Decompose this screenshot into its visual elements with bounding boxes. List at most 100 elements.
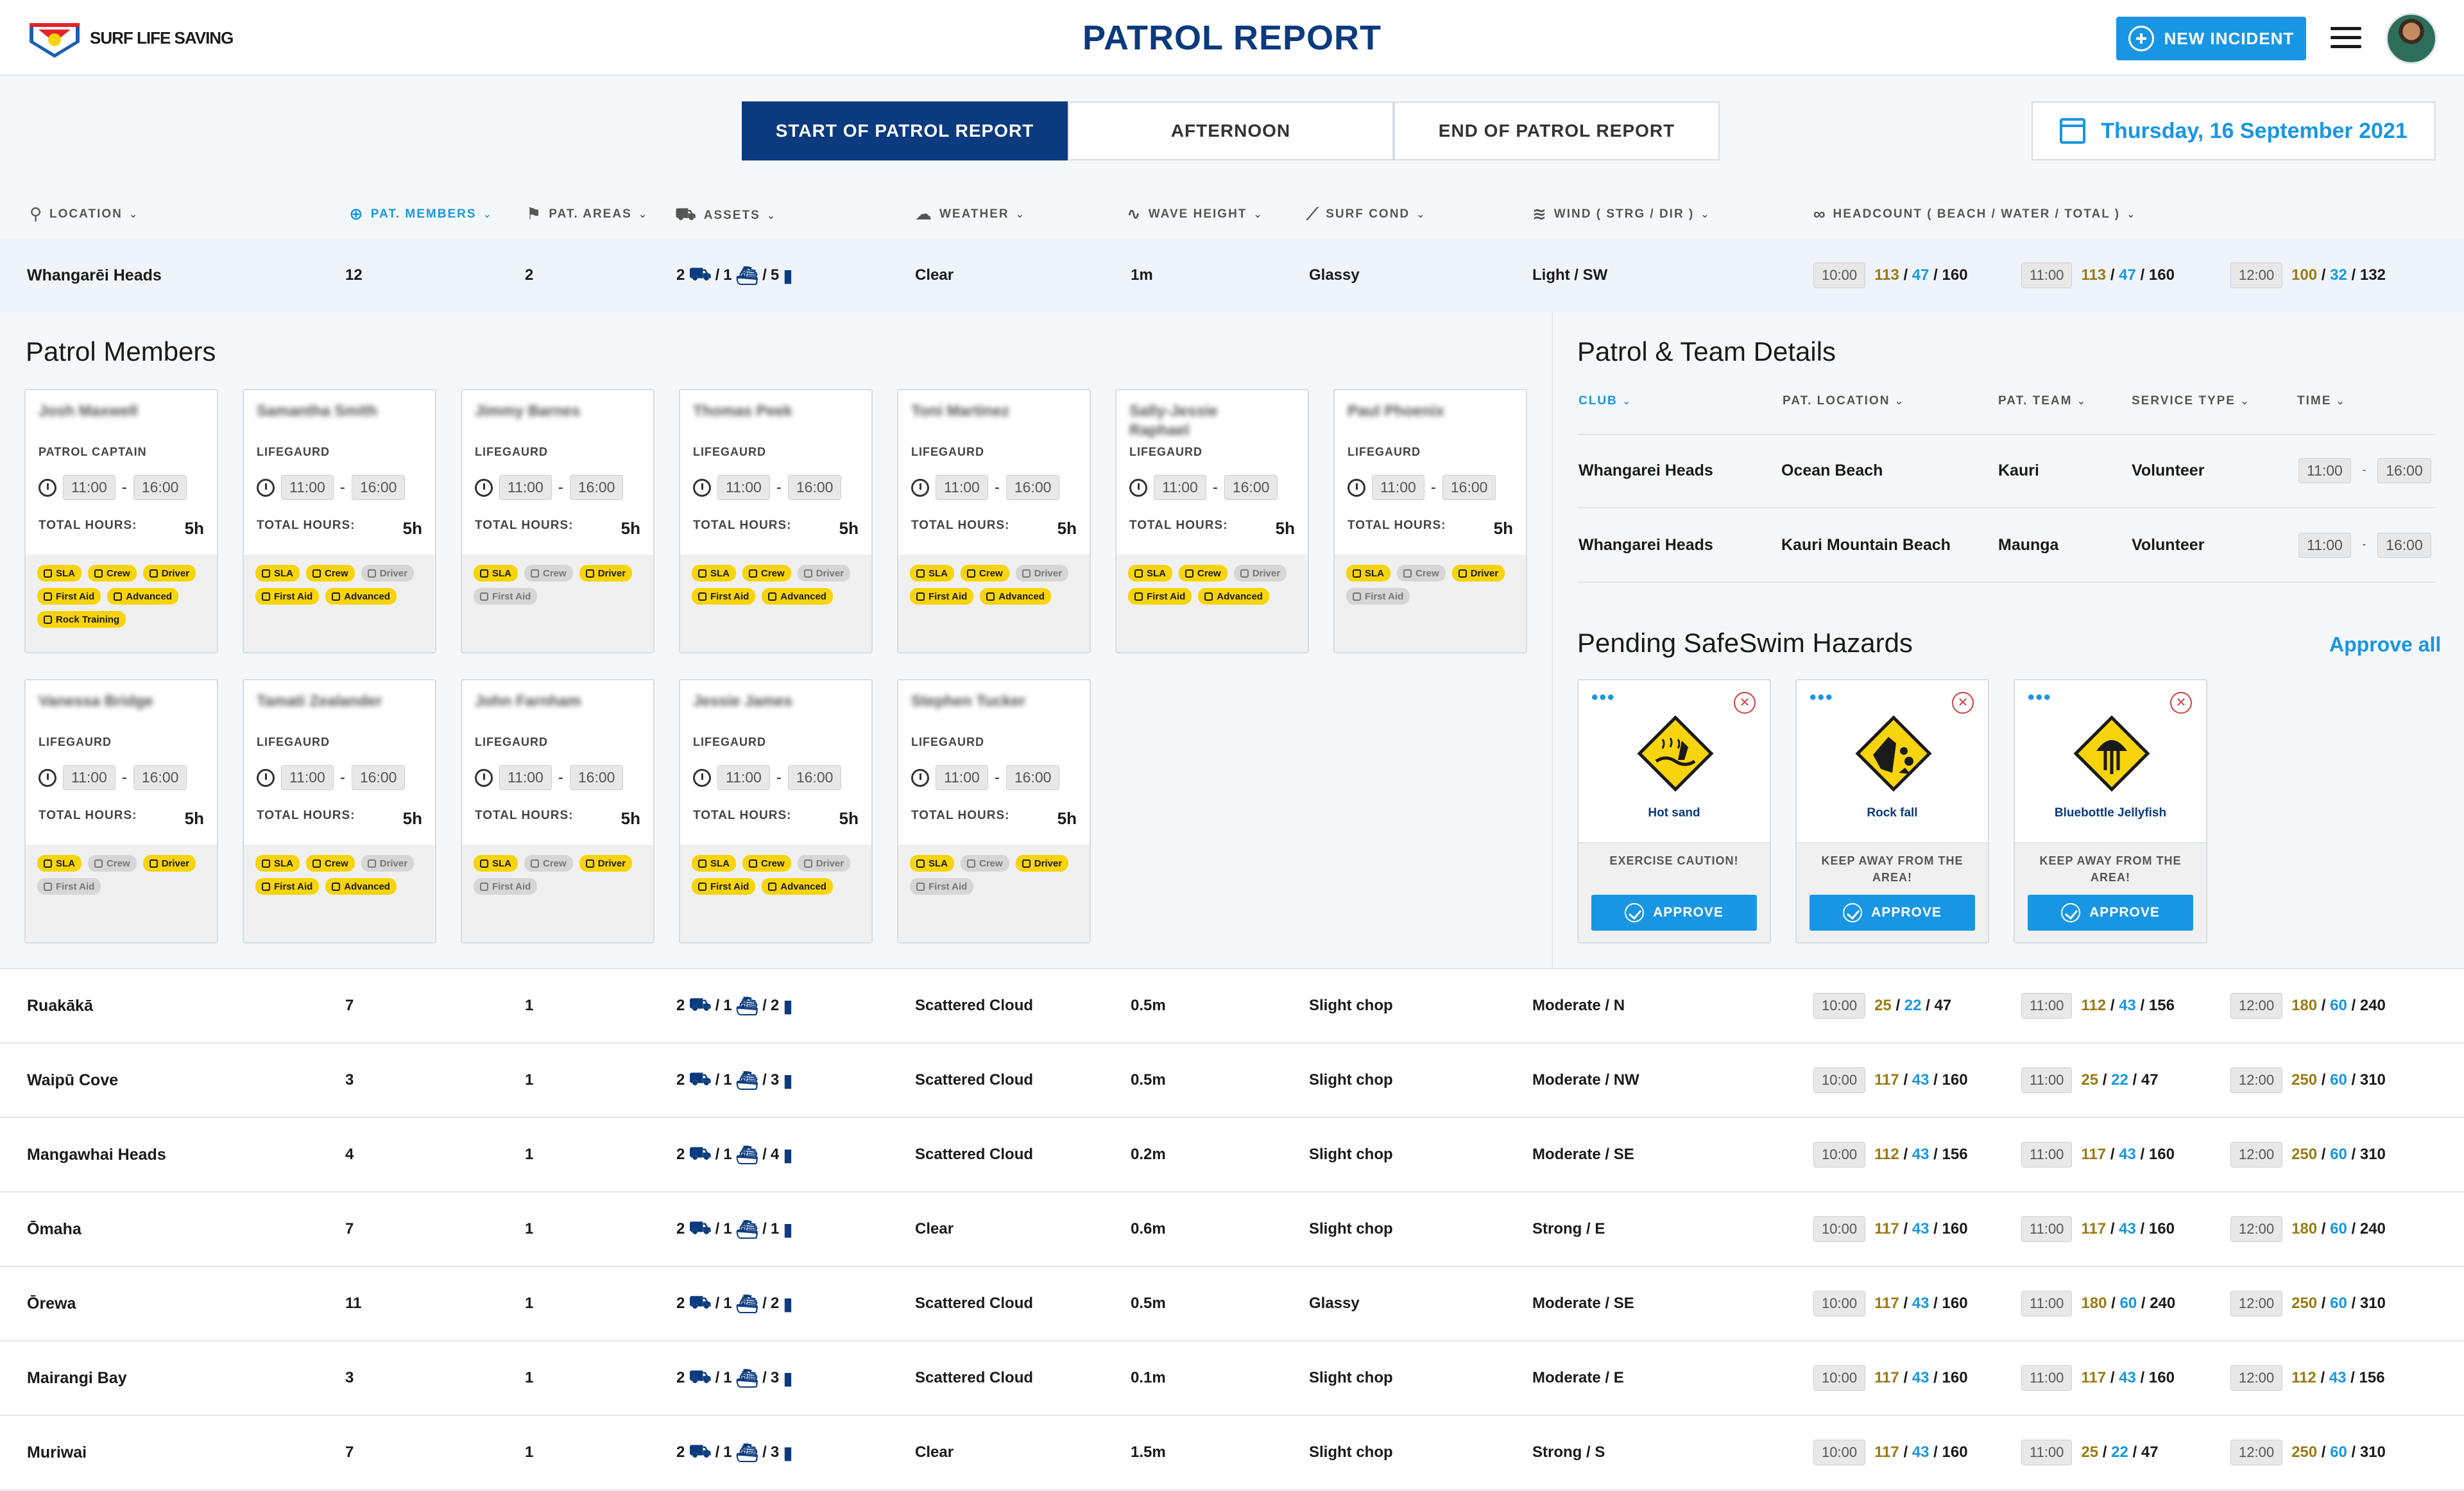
headcount-time[interactable]: 10:00 bbox=[1813, 1067, 1866, 1093]
headcount-time[interactable]: 12:00 bbox=[2230, 1365, 2283, 1391]
headcount-time[interactable]: 12:00 bbox=[2230, 1291, 2283, 1316]
start-time[interactable]: 11:00 bbox=[1154, 475, 1206, 500]
end-time[interactable]: 16:00 bbox=[1005, 475, 1060, 500]
headcount-time[interactable]: 11:00 bbox=[2021, 263, 2073, 288]
headcount-time[interactable]: 11:00 bbox=[2021, 1291, 2073, 1316]
headcount-time[interactable]: 11:00 bbox=[2021, 1067, 2073, 1093]
start-time[interactable]: 11:00 bbox=[63, 765, 116, 790]
headcount-time[interactable]: 12:00 bbox=[2230, 1440, 2283, 1465]
member-card[interactable]: Tamati Zealander LIFEGAURD 11:00-16:00 TOTA… bbox=[243, 679, 436, 944]
headcount-time[interactable]: 12:00 bbox=[2230, 1142, 2283, 1168]
start-time[interactable]: 11:00 bbox=[499, 475, 552, 500]
start-time[interactable]: 11:00 bbox=[499, 765, 552, 790]
headcount-time[interactable]: 10:00 bbox=[1813, 1291, 1866, 1316]
header-club[interactable]: CLUB ⌄ bbox=[1579, 394, 1632, 408]
end-time[interactable]: 16:00 bbox=[351, 765, 406, 790]
header-service-type[interactable]: SERVICE TYPE ⌄ bbox=[2132, 394, 2250, 408]
member-card[interactable]: Samantha Smith LIFEGAURD 11:00-16:00 TOTAL … bbox=[243, 389, 436, 653]
tab-end-of-patrol[interactable]: END OF PATROL REPORT bbox=[1394, 101, 1720, 160]
end-time[interactable]: 16:00 bbox=[569, 765, 624, 790]
headcount-time[interactable]: 11:00 bbox=[2021, 1365, 2073, 1391]
member-card[interactable]: Thomas Peek LIFEGAURD 11:00-16:00 TOTAL HOU… bbox=[679, 389, 873, 653]
location-row[interactable]: Mangawhai Heads 4 1 2 ⛟ / 1 ⛴ / 4 ▮ Scat… bbox=[0, 1118, 2464, 1193]
start-time[interactable]: 11:00 bbox=[717, 475, 770, 500]
approve-button[interactable]: APPROVE bbox=[2028, 895, 2193, 931]
start-time[interactable]: 11:00 bbox=[2298, 458, 2351, 483]
location-row[interactable]: Whangarēi Heads 12 2 2 ⛟ / 1 ⛴ / 5 ▮ Cle… bbox=[0, 239, 2464, 313]
headcount-time[interactable]: 11:00 bbox=[2021, 993, 2073, 1019]
new-incident-button[interactable]: NEW INCIDENT bbox=[2116, 17, 2306, 60]
header-pat-location[interactable]: PAT. LOCATION ⌄ bbox=[1783, 394, 1904, 408]
column-location[interactable]: ⚲ LOCATION ⌄ bbox=[30, 204, 139, 224]
approve-button[interactable]: APPROVE bbox=[1591, 895, 1757, 931]
start-time[interactable]: 11:00 bbox=[63, 475, 116, 500]
member-card[interactable]: Jimmy Barnes LIFEGAURD 11:00-16:00 TOTAL HO… bbox=[461, 389, 654, 653]
member-card[interactable]: Toni Martinez LIFEGAURD 11:00-16:00 TOTAL H… bbox=[897, 389, 1091, 653]
menu-icon[interactable] bbox=[2331, 27, 2361, 49]
member-card[interactable]: Jessie James LIFEGAURD 11:00-16:00 TOTAL HO… bbox=[679, 679, 873, 944]
start-time[interactable]: 11:00 bbox=[936, 765, 988, 790]
start-time[interactable]: 11:00 bbox=[281, 475, 334, 500]
close-icon[interactable]: ✕ bbox=[2170, 692, 2192, 714]
headcount-time[interactable]: 10:00 bbox=[1813, 263, 1866, 288]
member-card[interactable]: Sally-Jessie Raphael LIFEGAURD 11:00-16:00… bbox=[1115, 389, 1309, 653]
avatar[interactable] bbox=[2386, 13, 2437, 64]
end-time[interactable]: 16:00 bbox=[787, 765, 842, 790]
headcount-time[interactable]: 10:00 bbox=[1813, 1216, 1866, 1242]
date-picker-button[interactable]: Thursday, 16 September 2021 bbox=[2032, 101, 2436, 160]
headcount-time[interactable]: 10:00 bbox=[1813, 993, 1866, 1019]
headcount-time[interactable]: 10:00 bbox=[1813, 1365, 1866, 1391]
member-card[interactable]: Paul Phoenix LIFEGAURD 11:00-16:00 TOTAL HO… bbox=[1333, 389, 1527, 653]
column-surf[interactable]: ⟋ SURF COND ⌄ bbox=[1306, 204, 1426, 225]
more-options-icon[interactable]: ••• bbox=[1591, 688, 1616, 707]
tab-afternoon[interactable]: AFTERNOON bbox=[1068, 101, 1394, 160]
location-row[interactable]: Mairangi Bay 3 1 2 ⛟ / 1 ⛴ / 3 ▮ Scatter… bbox=[0, 1341, 2464, 1416]
headcount-time[interactable]: 12:00 bbox=[2230, 263, 2283, 288]
column-wind[interactable]: ≋ WIND ( STRG / DIR ) ⌄ bbox=[1532, 204, 1711, 224]
member-card[interactable]: John Farnham LIFEGAURD 11:00-16:00 TOTAL HO… bbox=[461, 679, 654, 944]
end-time[interactable]: 16:00 bbox=[133, 765, 187, 790]
close-icon[interactable]: ✕ bbox=[1734, 692, 1756, 714]
column-weather[interactable]: ☁ WEATHER ⌄ bbox=[915, 204, 1025, 224]
tab-start-of-patrol[interactable]: START OF PATROL REPORT bbox=[742, 101, 1068, 160]
end-time[interactable]: 16:00 bbox=[787, 475, 842, 500]
headcount-time[interactable]: 10:00 bbox=[1813, 1440, 1866, 1465]
close-icon[interactable]: ✕ bbox=[1952, 692, 1974, 714]
location-row[interactable]: Muriwai 7 1 2 ⛟ / 1 ⛴ / 3 ▮ Clear 1.5m S… bbox=[0, 1416, 2464, 1490]
start-time[interactable]: 11:00 bbox=[281, 765, 334, 790]
headcount-time[interactable]: 12:00 bbox=[2230, 993, 2283, 1019]
approve-all-link[interactable]: Approve all bbox=[2329, 633, 2441, 657]
approve-button[interactable]: APPROVE bbox=[1810, 895, 1975, 931]
end-time[interactable]: 16:00 bbox=[1005, 765, 1060, 790]
start-time[interactable]: 11:00 bbox=[1372, 475, 1425, 500]
location-row[interactable]: Waipū Cove 3 1 2 ⛟ / 1 ⛴ / 3 ▮ Scattered… bbox=[0, 1044, 2464, 1118]
headcount-time[interactable]: 10:00 bbox=[1813, 1142, 1866, 1168]
column-wave[interactable]: ∿ WAVE HEIGHT ⌄ bbox=[1127, 204, 1263, 224]
header-time[interactable]: TIME ⌄ bbox=[2297, 394, 2346, 408]
end-time[interactable]: 16:00 bbox=[1442, 475, 1496, 500]
start-time[interactable]: 11:00 bbox=[936, 475, 988, 500]
headcount-time[interactable]: 11:00 bbox=[2021, 1440, 2073, 1465]
end-time[interactable]: 16:00 bbox=[351, 475, 406, 500]
end-time[interactable]: 16:00 bbox=[569, 475, 624, 500]
headcount-time[interactable]: 11:00 bbox=[2021, 1142, 2073, 1168]
headcount-time[interactable]: 11:00 bbox=[2021, 1216, 2073, 1242]
location-row[interactable]: Ōrewa 11 1 2 ⛟ / 1 ⛴ / 2 ▮ Scattered Clo… bbox=[0, 1267, 2464, 1341]
start-time[interactable]: 11:00 bbox=[2298, 532, 2351, 558]
more-options-icon[interactable]: ••• bbox=[1810, 688, 1834, 707]
column-headcount[interactable]: ∞ HEADCOUNT ( BEACH / WATER / TOTAL ) ⌄ bbox=[1813, 204, 2136, 224]
end-time[interactable]: 16:00 bbox=[2377, 532, 2431, 558]
end-time[interactable]: 16:00 bbox=[133, 475, 187, 500]
more-options-icon[interactable]: ••• bbox=[2028, 688, 2052, 707]
location-row[interactable]: Ōmaha 7 1 2 ⛟ / 1 ⛴ / 1 ▮ Clear 0.6m Sli… bbox=[0, 1193, 2464, 1267]
headcount-time[interactable]: 12:00 bbox=[2230, 1067, 2283, 1093]
column-areas[interactable]: ⚑ PAT. AREAS ⌄ bbox=[526, 204, 648, 224]
end-time[interactable]: 16:00 bbox=[2377, 458, 2431, 483]
header-pat-team[interactable]: PAT. TEAM ⌄ bbox=[1998, 394, 2087, 408]
start-time[interactable]: 11:00 bbox=[717, 765, 770, 790]
member-card[interactable]: Vanessa Bridge LIFEGAURD 11:00-16:00 TOTAL … bbox=[24, 679, 218, 944]
member-card[interactable]: Josh Maxwell PATROL CAPTAIN 11:00-16:00 TOT… bbox=[24, 389, 218, 653]
column-assets[interactable]: ⛟ ASSETS ⌄ bbox=[675, 204, 776, 227]
location-row[interactable]: Ruakākā 7 1 2 ⛟ / 1 ⛴ / 2 ▮ Scattered Cl… bbox=[0, 969, 2464, 1044]
member-card[interactable]: Stephen Tucker LIFEGAURD 11:00-16:00 TOTAL … bbox=[897, 679, 1091, 944]
